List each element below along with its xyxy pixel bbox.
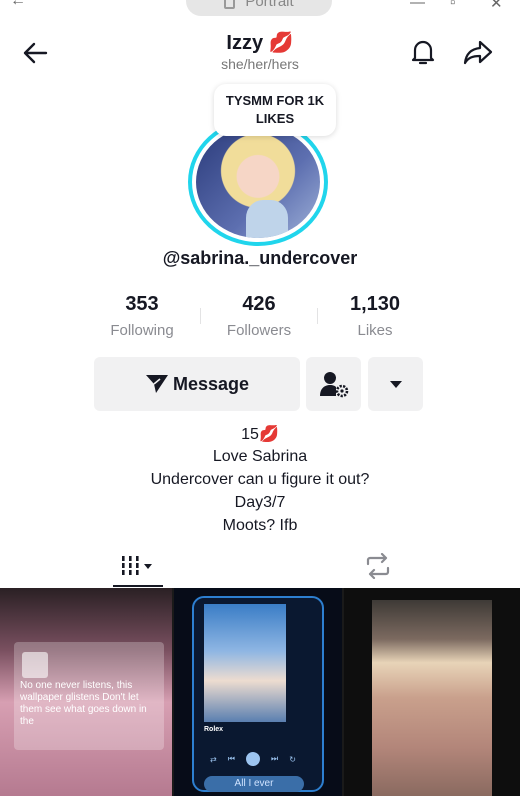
lyric-text: No one never listens, this wallpaper gli… [20, 680, 147, 727]
avatar [196, 126, 320, 238]
tab-videos[interactable] [113, 546, 163, 586]
bio-line: Love Sabrina [212, 448, 308, 465]
video-thumbnail[interactable]: No one never listens, this wallpaper gli… [0, 588, 172, 796]
next-icon: ⏭ [271, 754, 279, 763]
orientation-label: Portrait [245, 0, 294, 10]
stat-followers-label: Followers [226, 322, 292, 339]
window-chrome: ← Portrait — ▫ ✕ [0, 0, 520, 16]
orientation-toggle[interactable]: Portrait [186, 0, 332, 16]
stat-following-label: Following [110, 322, 174, 339]
video-thumbnail[interactable] [344, 588, 520, 796]
caret-down-icon [389, 380, 402, 388]
more-dropdown-button[interactable] [368, 357, 423, 411]
username-handle: @sabrina._undercover [162, 248, 358, 268]
user-settings-icon [319, 372, 348, 398]
stat-likes-label: Likes [357, 322, 393, 339]
grid-icon [122, 556, 152, 575]
bio-line: Moots? Ifb [222, 517, 298, 534]
song-title: Rolex [204, 726, 224, 733]
stat-divider [200, 308, 201, 324]
window-back-icon[interactable]: ← [10, 0, 26, 10]
minimize-icon[interactable]: — [410, 0, 425, 11]
phone-icon [224, 0, 236, 9]
bio-line: Undercover can u figure it out? [150, 471, 370, 488]
album-art [204, 604, 286, 722]
message-button[interactable]: Message [94, 357, 300, 411]
stat-followers-value: 426 [242, 293, 276, 315]
close-icon[interactable]: ✕ [490, 0, 503, 12]
tab-reposts[interactable] [356, 546, 400, 586]
share-icon[interactable] [463, 37, 493, 67]
profile-note-bubble[interactable]: TYSMM FOR 1K LIKES [214, 84, 336, 136]
bio-line: Day3/7 [234, 494, 286, 511]
active-tab-indicator [113, 585, 163, 587]
stat-followers[interactable]: 426 Followers [204, 293, 314, 339]
stat-likes[interactable]: 1,130 Likes [320, 293, 430, 339]
video-thumbnail[interactable]: Rolex ⇄ ⏮ ⏭ ↻ All I ever [174, 588, 342, 796]
profile-name: Izzy 💋 [226, 32, 294, 54]
stat-likes-value: 1,130 [349, 293, 401, 315]
video-grid: No one never listens, this wallpaper gli… [0, 588, 520, 796]
profile-pronouns: she/her/hers [221, 56, 299, 72]
avatar-story-ring[interactable] [188, 118, 328, 246]
previous-icon: ⏮ [227, 754, 235, 763]
add-friend-button[interactable] [306, 357, 361, 411]
stat-following[interactable]: 353 Following [87, 293, 197, 339]
bell-icon[interactable] [408, 37, 438, 67]
stat-divider [317, 308, 318, 324]
bio-line: 15💋 [241, 426, 279, 443]
message-button-label: Message [172, 373, 250, 394]
player-controls: ⇄ ⏮ ⏭ ↻ [210, 752, 296, 766]
repost-icon [366, 553, 390, 579]
mirror-selfie-image [372, 600, 492, 796]
play-icon [246, 752, 260, 766]
stat-following-value: 353 [125, 293, 159, 315]
repeat-icon: ↻ [289, 754, 296, 764]
restore-icon[interactable]: ▫ [450, 0, 455, 11]
shuffle-icon: ⇄ [210, 754, 217, 764]
send-icon [145, 375, 168, 393]
player-bar: All I ever [204, 776, 304, 792]
